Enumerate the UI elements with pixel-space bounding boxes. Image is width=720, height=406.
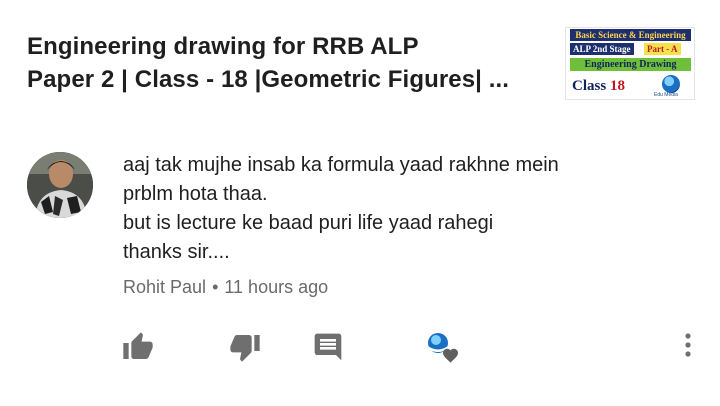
video-title[interactable]: Engineering drawing for RRB ALP Paper 2 … [27,30,547,96]
thumbnail-class-number: 18 [609,78,625,94]
more-vertical-icon [685,333,691,357]
creator-heart-icon [428,333,458,363]
reply-button[interactable] [312,331,344,363]
thumbs-up-icon [123,332,153,359]
video-title-line-2: Paper 2 | Class - 18 |Geometric Figures|… [27,66,510,93]
comment-text: aaj tak mujhe insab ka formula yaad rakh… [123,151,683,267]
thumbnail-banner: Basic Science & Engineering [570,29,691,41]
thumbnail-stage: ALP 2nd Stage [570,43,634,55]
avatar-photo-icon [27,152,93,218]
comment-line: thanks sir.... [123,241,230,263]
thumbnail-class-label: Class [572,78,607,94]
comment-line: aaj tak mujhe insab ka formula yaad rakh… [123,154,559,176]
dislike-button[interactable] [229,331,261,363]
thumbnail-class: Class 18 [572,78,625,95]
video-thumbnail[interactable]: Basic Science & Engineering ALP 2nd Stag… [565,27,695,100]
comment-author[interactable]: Rohit Paul [123,277,206,297]
meta-separator: • [212,277,219,297]
avatar[interactable] [27,152,93,218]
more-options-button[interactable] [678,330,698,360]
video-header[interactable]: Engineering drawing for RRB ALP Paper 2 … [0,0,720,110]
channel-logo-icon [662,75,680,93]
video-title-line-1: Engineering drawing for RRB ALP [27,33,419,60]
comment-line: but is lecture ke baad puri life yaad ra… [123,212,494,234]
thumbs-down-icon [230,335,260,362]
comment-time: 11 hours ago [224,277,329,297]
thumbnail-logo-text: Edu Media [654,92,678,98]
comment-line: prblm hota thaa. [123,183,268,205]
thumbnail-subject: Engineering Drawing [570,58,691,71]
creator-heart [424,329,460,365]
comment-actions [0,325,720,370]
like-button[interactable] [122,331,154,363]
thumbnail-stage-row: ALP 2nd Stage Part - A [570,43,691,55]
reply-comment-icon [314,333,342,361]
thumbnail-part: Part - A [644,43,681,55]
comment-meta: Rohit Paul • 11 hours ago [123,277,328,298]
